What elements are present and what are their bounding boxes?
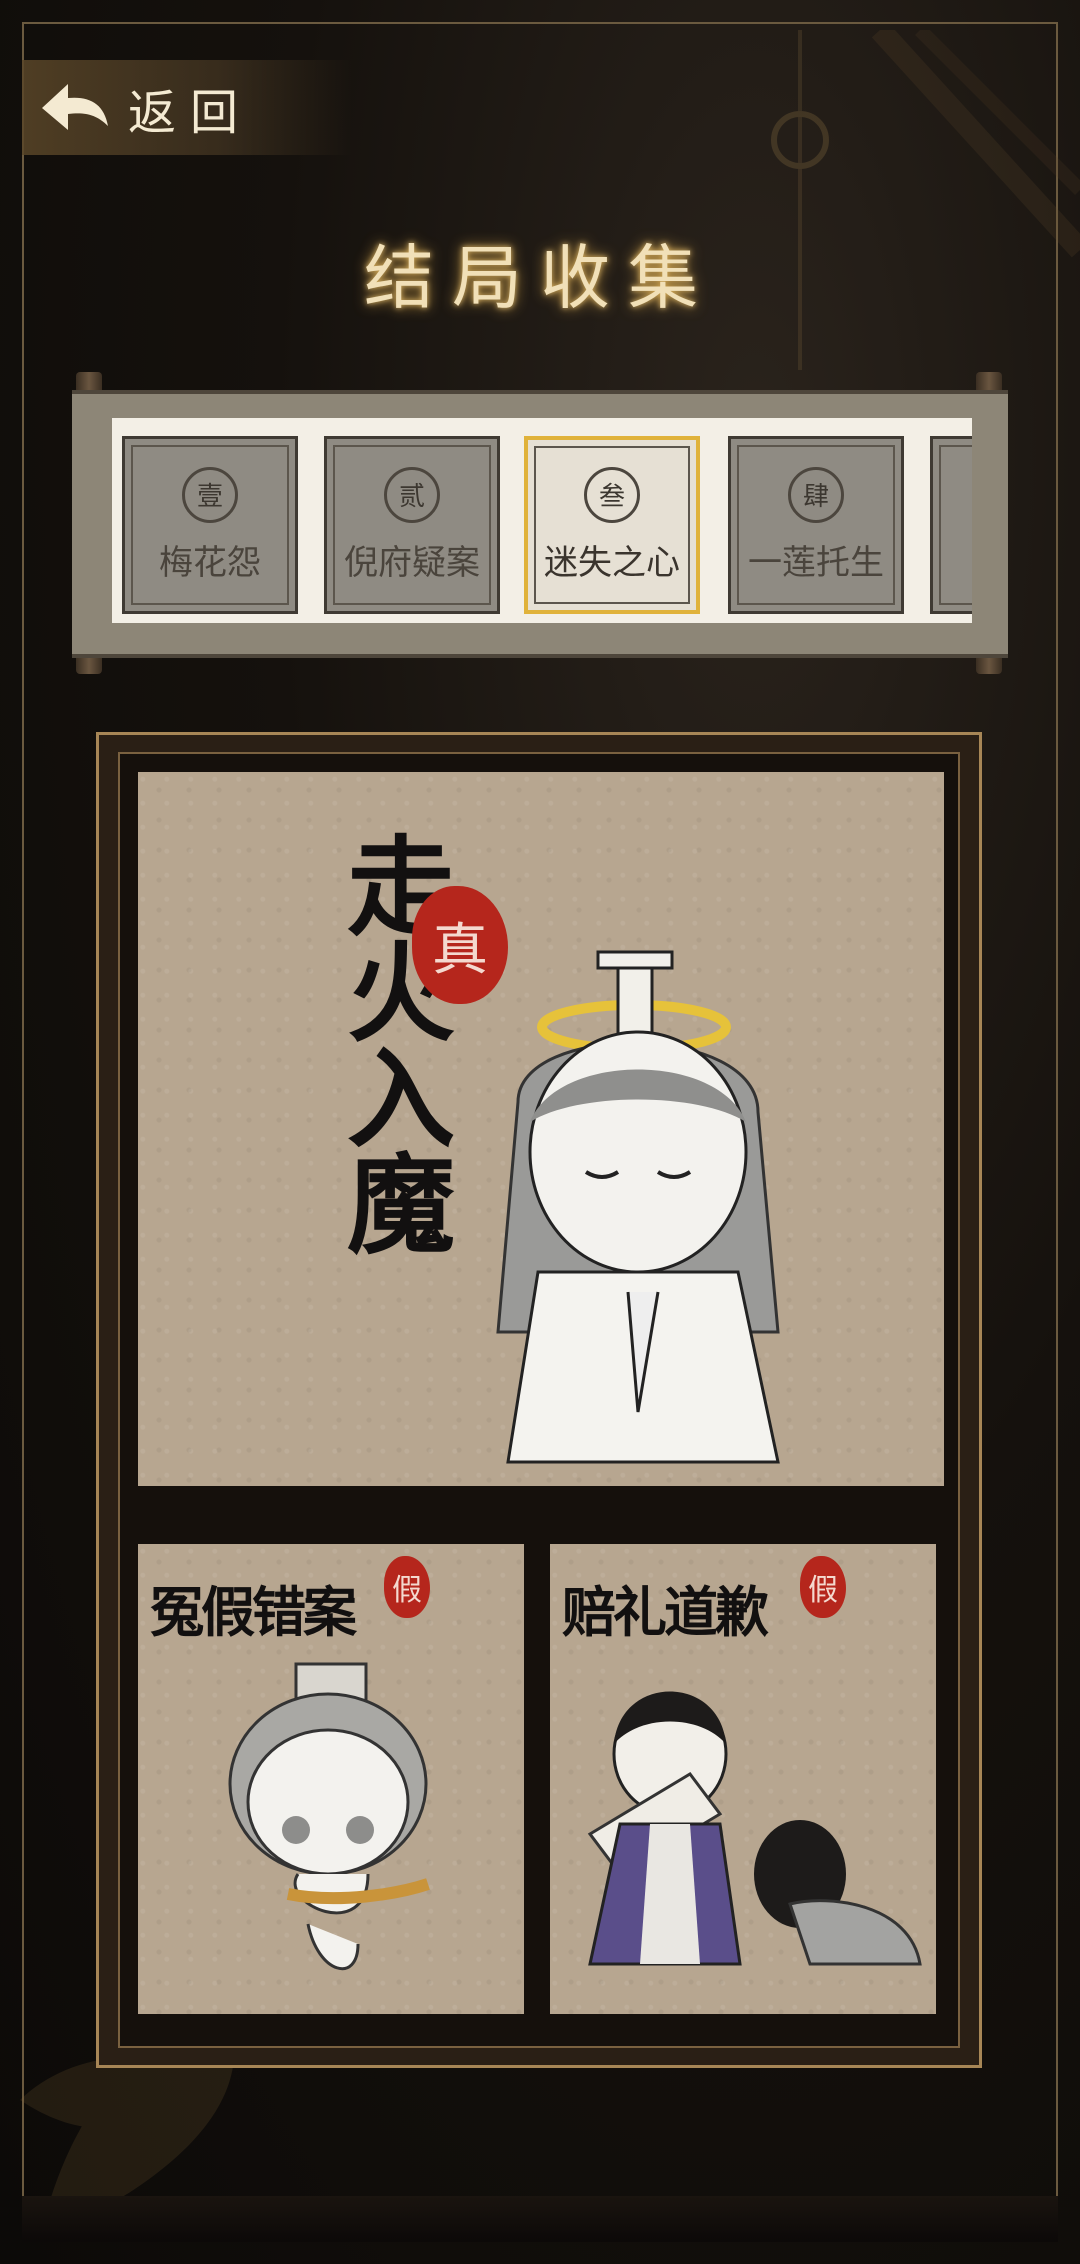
right-ending-title: 赔礼道歉 <box>562 1580 769 1644</box>
left-ending-seal: 假 <box>384 1556 430 1618</box>
chapter-tab-2[interactable]: 贰 倪府疑案 <box>324 436 500 614</box>
chapter-tab-3[interactable]: 叁 迷失之心 <box>524 436 700 614</box>
chapter-name: 迷失之心 <box>544 542 680 583</box>
back-arrow-icon <box>42 83 108 130</box>
chapter-tab-4[interactable]: 肆 一莲托生 <box>728 436 904 614</box>
chapter-number-badge: 肆 <box>788 466 844 523</box>
bottom-bar <box>22 2196 1058 2242</box>
left-ending-title: 冤假错案 <box>150 1580 357 1644</box>
chapter-number-badge: 贰 <box>384 466 440 523</box>
page-title: 结局收集 <box>364 237 716 319</box>
chapter-name: 一莲托生 <box>748 542 884 583</box>
hanging-ornament-decoration <box>771 30 1080 370</box>
chapter-number-badge: 壹 <box>182 466 238 523</box>
right-ending-seal: 假 <box>800 1556 846 1618</box>
main-ending-title: 走火入魔 <box>329 830 455 1254</box>
chapter-name: 倪府疑案 <box>344 542 480 583</box>
chapter-number-badge: 叁 <box>584 466 640 523</box>
chapter-tab-5[interactable]: 宫 <box>930 436 972 614</box>
chapter-tab-strip[interactable]: 壹 梅花怨 贰 倪府疑案 叁 迷失之心 肆 一莲托生 宫 <box>112 418 972 623</box>
chapter-tab-1[interactable]: 壹 梅花怨 <box>122 436 298 614</box>
back-label: 返回 <box>128 84 253 141</box>
back-button[interactable]: 返回 <box>22 60 352 155</box>
main-ending-seal: 真 <box>412 886 508 1004</box>
chapter-name: 梅花怨 <box>159 542 261 583</box>
